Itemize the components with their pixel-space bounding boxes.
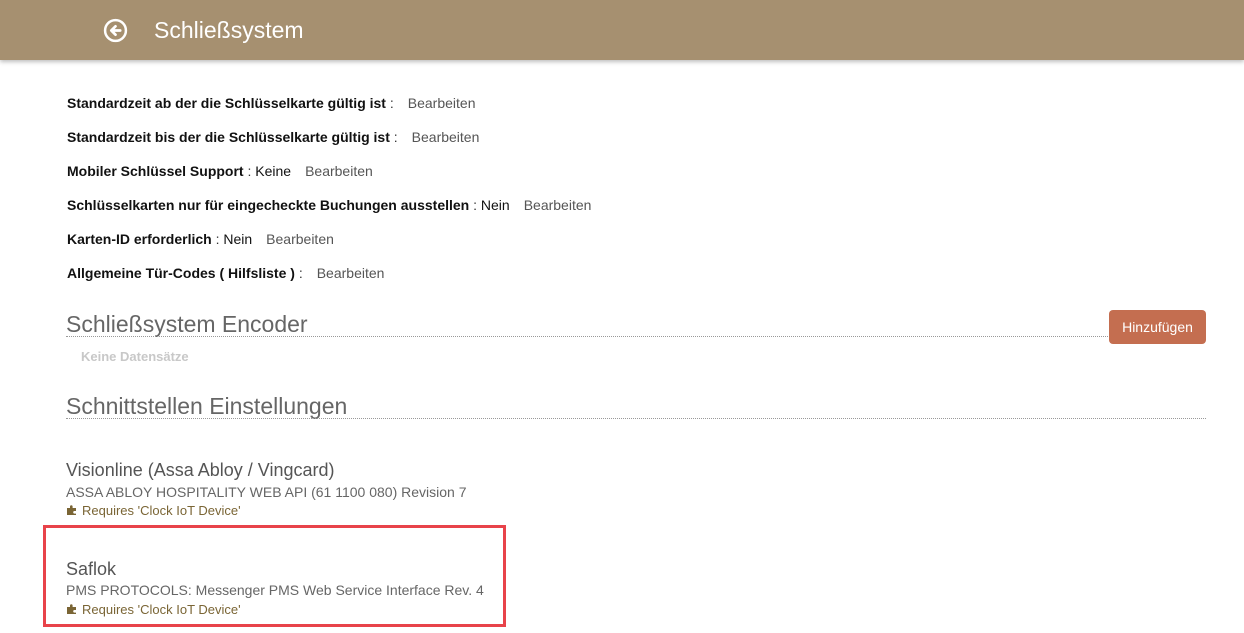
setting-label: Allgemeine Tür-Codes ( Hilfsliste ) (67, 265, 295, 281)
setting-row-valid-from: Standardzeit ab der die Schlüsselkarte g… (67, 95, 476, 111)
edit-link[interactable]: Bearbeiten (408, 95, 476, 111)
interface-name-visionline[interactable]: Visionline (Assa Abloy / Vingcard) (66, 460, 334, 481)
edit-link[interactable]: Bearbeiten (412, 129, 480, 145)
section-divider (66, 336, 1206, 337)
setting-label: Schlüsselkarten nur für eingecheckte Buc… (67, 197, 470, 213)
encoder-section-title: Schließsystem Encoder (66, 311, 308, 337)
setting-label: Karten-ID erforderlich (67, 231, 212, 247)
setting-row-mobile-key: Mobiler Schlüssel Support : Keine Bearbei… (67, 163, 373, 179)
interface-section-title: Schnittstellen Einstellungen (66, 393, 348, 419)
setting-label: Mobiler Schlüssel Support (67, 163, 244, 179)
add-encoder-button[interactable]: Hinzufügen (1109, 310, 1206, 344)
empty-state-text: Keine Datensätze (81, 349, 189, 364)
setting-row-checked-in-only: Schlüsselkarten nur für eingecheckte Buc… (67, 197, 592, 213)
edit-link[interactable]: Bearbeiten (305, 163, 373, 179)
requirement-link[interactable]: Requires 'Clock IoT Device' (66, 503, 241, 518)
highlight-box (43, 525, 506, 627)
interface-description: ASSA ABLOY HOSPITALITY WEB API (61 1100 … (66, 484, 467, 500)
setting-value: Keine (251, 163, 292, 179)
edit-link[interactable]: Bearbeiten (317, 265, 385, 281)
page-title: Schließsystem (154, 17, 304, 43)
arrow-left-circle-icon[interactable] (103, 18, 128, 43)
setting-row-card-id: Karten-ID erforderlich : Nein Bearbeiten (67, 231, 334, 247)
setting-row-door-codes: Allgemeine Tür-Codes ( Hilfsliste ) : Bea… (67, 265, 385, 281)
edit-link[interactable]: Bearbeiten (266, 231, 334, 247)
setting-label: Standardzeit ab der die Schlüsselkarte g… (67, 95, 386, 111)
setting-value: Nein (219, 231, 253, 247)
setting-label: Standardzeit bis der die Schlüsselkarte … (67, 129, 390, 145)
puzzle-piece-icon (67, 505, 76, 515)
setting-value: Nein (477, 197, 510, 213)
section-divider (66, 418, 1206, 419)
app-header: Schließsystem (0, 0, 1244, 60)
setting-row-valid-until: Standardzeit bis der die Schlüsselkarte … (67, 129, 480, 145)
edit-link[interactable]: Bearbeiten (524, 197, 592, 213)
